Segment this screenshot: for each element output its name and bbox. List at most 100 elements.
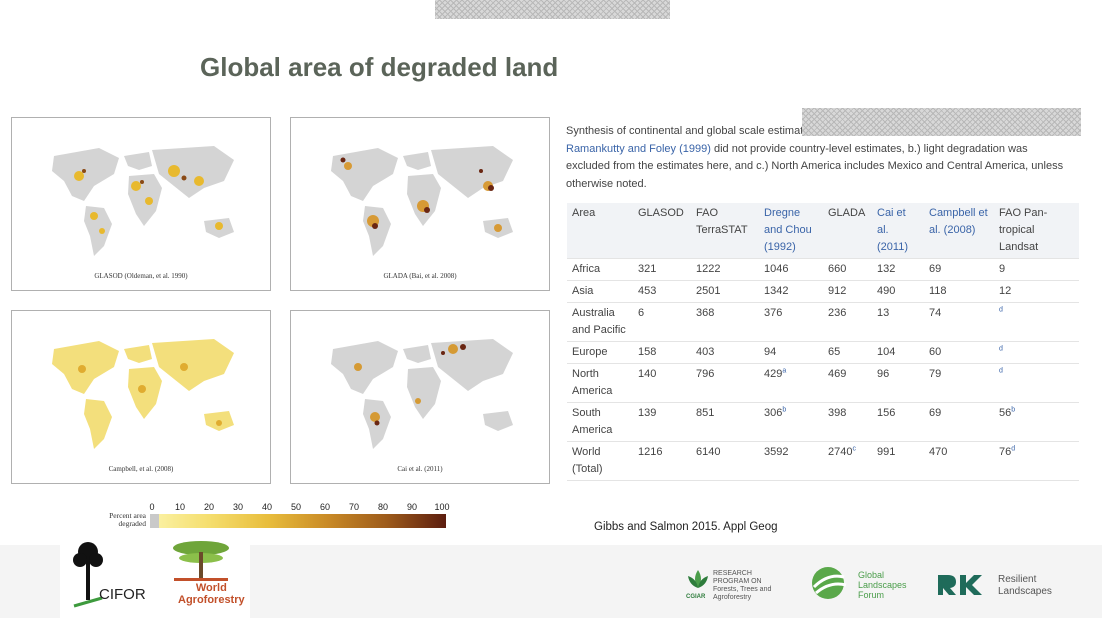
- glf-logo-text: Global Landscapes Forum: [858, 570, 907, 600]
- cell-glasod: 1216: [633, 441, 691, 481]
- cell-fao: 403: [691, 341, 759, 364]
- map-glada: GLADA (Bai, et al. 2008): [290, 117, 550, 291]
- cell-landsat: 76d: [994, 441, 1079, 481]
- cell-campbell: 69: [924, 402, 994, 442]
- cgiar-logo-text: CGIAR: [686, 594, 706, 600]
- cell-dregne: 1046: [759, 258, 823, 281]
- column-header-link[interactable]: Cai et al. (2011): [872, 203, 924, 259]
- cell-campbell: 470: [924, 441, 994, 481]
- map-caption: Cai et al. (2011): [397, 465, 443, 473]
- degraded-land-table: Area GLASOD FAO TerraSTAT Dregne and Cho…: [567, 203, 1079, 481]
- cell-campbell: 118: [924, 280, 994, 303]
- table-row: Asia 453 2501 1342 912 490 118 12: [567, 280, 1079, 303]
- legend-tick: 40: [261, 502, 273, 512]
- legend-color-bar: [150, 514, 446, 528]
- world-map-image: [52, 146, 234, 256]
- table-row: Australia and Pacific 6 368 376 236 13 7…: [567, 302, 1079, 342]
- cell-cai: 156: [872, 402, 924, 442]
- cell-fao: 1222: [691, 258, 759, 281]
- cifor-logo-text: CIFOR: [99, 586, 146, 603]
- cell-dregne: 306b: [759, 402, 823, 442]
- cell-cai: 104: [872, 341, 924, 364]
- cell-glada: 2740c: [823, 441, 872, 481]
- cell-campbell: 79: [924, 363, 994, 403]
- column-header: GLASOD: [633, 203, 691, 259]
- cell-landsat: d: [994, 302, 1079, 342]
- column-header: GLADA: [823, 203, 872, 259]
- legend-ticks: 0 10 20 30 40 50 60 70 80 90 100: [145, 502, 455, 512]
- cell-glasod: 6: [633, 302, 691, 342]
- cell-glada: 236: [823, 302, 872, 342]
- cell-cai: 13: [872, 302, 924, 342]
- cell-area: World (Total): [567, 441, 633, 481]
- map-glasod: GLASOD (Oldeman, et al. 1990): [11, 117, 271, 291]
- table-row: South America 139 851 306b 398 156 69 56…: [567, 402, 1079, 442]
- column-header: Area: [567, 203, 633, 259]
- cell-landsat: d: [994, 341, 1079, 364]
- glf-globe-icon: [812, 567, 847, 599]
- world-map-image: [52, 339, 234, 449]
- cell-dregne: 1342: [759, 280, 823, 303]
- cell-landsat: d: [994, 363, 1079, 403]
- cell-fao: 2501: [691, 280, 759, 303]
- cell-glasod: 321: [633, 258, 691, 281]
- map-campbell: Campbell, et al. (2008): [11, 310, 271, 484]
- legend-tick: 20: [203, 502, 215, 512]
- map-caption: GLASOD (Oldeman, et al. 1990): [94, 272, 188, 280]
- cell-landsat: 12: [994, 280, 1079, 303]
- cell-landsat: 9: [994, 258, 1079, 281]
- legend-tick: 0: [149, 502, 155, 512]
- cell-fao: 796: [691, 363, 759, 403]
- table-row: Africa 321 1222 1046 660 132 69 9: [567, 258, 1079, 281]
- column-header: FAO TerraSTAT: [691, 203, 759, 259]
- cell-campbell: 60: [924, 341, 994, 364]
- cell-glasod: 139: [633, 402, 691, 442]
- world-agroforestry-tree-icon: [173, 541, 229, 581]
- legend-tick: 70: [348, 502, 360, 512]
- map-caption: GLADA (Bai, et al. 2008): [383, 272, 457, 280]
- resilient-landscapes-icon: [938, 575, 982, 595]
- cell-glada: 912: [823, 280, 872, 303]
- cell-glada: 398: [823, 402, 872, 442]
- cell-glada: 660: [823, 258, 872, 281]
- cell-campbell: 74: [924, 302, 994, 342]
- cell-dregne: 429a: [759, 363, 823, 403]
- cell-cai: 490: [872, 280, 924, 303]
- cell-glada: 65: [823, 341, 872, 364]
- cell-glasod: 140: [633, 363, 691, 403]
- cell-area: South America: [567, 402, 633, 442]
- world-map-image: [331, 339, 513, 449]
- caption-text: Synthesis of continental and global scal…: [566, 125, 804, 137]
- column-header-link[interactable]: Campbell et al. (2008): [924, 203, 994, 259]
- column-header-link[interactable]: Dregne and Chou (1992): [759, 203, 823, 259]
- cell-fao: 851: [691, 402, 759, 442]
- cell-area: Asia: [567, 280, 633, 303]
- cell-glasod: 453: [633, 280, 691, 303]
- legend-tick: 90: [406, 502, 418, 512]
- cell-cai: 991: [872, 441, 924, 481]
- cell-dregne: 3592: [759, 441, 823, 481]
- map-caption: Campbell, et al. (2008): [108, 465, 174, 473]
- world-agroforestry-logo-text: World Agroforestry: [178, 582, 245, 606]
- cell-area: Europe: [567, 341, 633, 364]
- cell-area: Africa: [567, 258, 633, 281]
- cell-campbell: 69: [924, 258, 994, 281]
- cell-glada: 469: [823, 363, 872, 403]
- caption-link[interactable]: Ramankutty and Foley (1999): [566, 143, 711, 155]
- table-row: World (Total) 1216 6140 3592 2740c 991 4…: [567, 441, 1079, 481]
- cell-cai: 132: [872, 258, 924, 281]
- table-row: Europe 158 403 94 65 104 60 d: [567, 341, 1079, 364]
- cell-dregne: 376: [759, 302, 823, 342]
- cell-area: Australia and Pacific: [567, 302, 633, 342]
- legend-tick: 50: [290, 502, 302, 512]
- cell-glasod: 158: [633, 341, 691, 364]
- cell-dregne: 94: [759, 341, 823, 364]
- redaction-block: [802, 108, 1081, 136]
- legend-zero-swatch: [150, 514, 159, 528]
- legend-tick: 80: [377, 502, 389, 512]
- cgiar-leaf-icon: [688, 570, 708, 588]
- map-cai: Cai et al. (2011): [290, 310, 550, 484]
- world-map-image: [331, 146, 513, 256]
- legend-tick: 60: [319, 502, 331, 512]
- cell-fao: 368: [691, 302, 759, 342]
